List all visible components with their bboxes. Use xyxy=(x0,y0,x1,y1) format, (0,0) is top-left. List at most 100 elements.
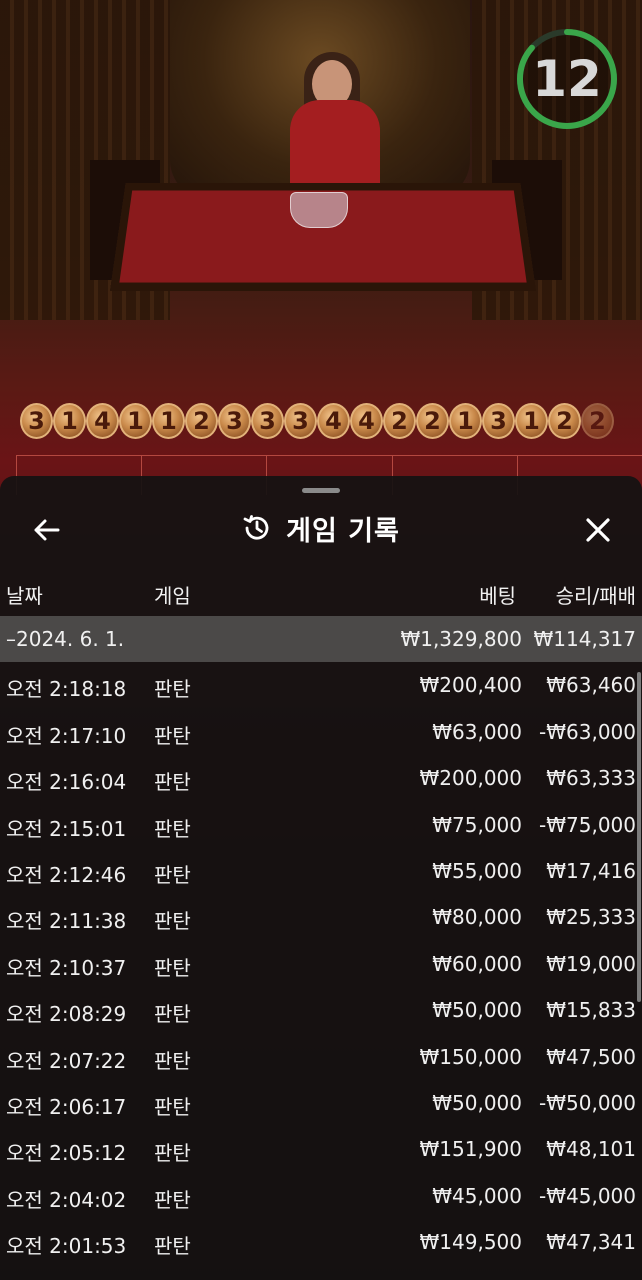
road-result-ball: 1 xyxy=(152,403,185,439)
history-row[interactable]: 오전 2:04:02 판탄 ₩45,000 -₩45,000 xyxy=(0,1173,642,1219)
row-time: 오전 2:17:10 xyxy=(6,723,127,748)
row-game: 판탄 xyxy=(154,1187,191,1212)
row-time: 오전 2:06:17 xyxy=(6,1094,127,1119)
road-result-ball: 2 xyxy=(416,403,449,439)
row-time: 오전 2:08:29 xyxy=(6,1002,127,1027)
close-button[interactable] xyxy=(578,510,618,550)
fantan-bowl xyxy=(290,192,348,228)
row-time: 오전 2:07:22 xyxy=(6,1048,127,1073)
history-row[interactable]: 오전 2:15:01 판탄 ₩75,000 -₩75,000 xyxy=(0,802,642,848)
row-game: 판탄 xyxy=(154,770,191,795)
row-time: 오전 2:15:01 xyxy=(6,816,127,841)
road-result-ball: 4 xyxy=(350,403,383,439)
row-game: 판탄 xyxy=(154,1234,191,1259)
row-bet: ₩151,900 xyxy=(419,1137,522,1162)
column-header-date: 날짜 xyxy=(6,584,43,608)
row-result: ₩63,333 xyxy=(546,766,636,791)
row-bet: ₩45,000 xyxy=(432,1183,522,1208)
row-game: 판탄 xyxy=(154,1002,191,1027)
row-game: 판탄 xyxy=(154,909,191,934)
summary-result-total: ₩114,317 xyxy=(533,627,636,651)
panel-title: 게임 기록 xyxy=(286,515,400,547)
history-row[interactable]: 오전 2:05:12 판탄 ₩151,900 ₩48,101 xyxy=(0,1126,642,1172)
game-history-panel: 게임 기록 날짜 게임 베팅 승리/패배 –2024. 6. 1. ₩1,329… xyxy=(0,476,642,1280)
column-header-bet: 베팅 xyxy=(479,584,516,608)
row-game: 판탄 xyxy=(154,1141,191,1166)
row-game: 판탄 xyxy=(154,1094,191,1119)
row-bet: ₩149,500 xyxy=(419,1230,522,1255)
row-game: 판탄 xyxy=(154,816,191,841)
history-row[interactable]: 오전 2:17:10 판탄 ₩63,000 -₩63,000 xyxy=(0,709,642,755)
row-time: 오전 2:05:12 xyxy=(6,1141,127,1166)
road-result-ball: 2 xyxy=(185,403,218,439)
row-result: ₩47,500 xyxy=(546,1044,636,1069)
history-row[interactable]: 오전 2:06:17 판탄 ₩50,000 -₩50,000 xyxy=(0,1080,642,1126)
row-bet: ₩55,000 xyxy=(432,858,522,883)
row-time: 오전 2:11:38 xyxy=(6,909,127,934)
row-bet: ₩80,000 xyxy=(432,905,522,930)
road-result-ball: 1 xyxy=(53,403,86,439)
history-row[interactable]: 오전 2:10:37 판탄 ₩60,000 ₩19,000 xyxy=(0,941,642,987)
row-game: 판탄 xyxy=(154,723,191,748)
row-bet: ₩50,000 xyxy=(432,998,522,1023)
row-result: ₩25,333 xyxy=(546,905,636,930)
row-result: ₩48,101 xyxy=(546,1137,636,1162)
row-game: 판탄 xyxy=(154,677,191,702)
row-game: 판탄 xyxy=(154,1048,191,1073)
road-result-ball: 4 xyxy=(317,403,350,439)
countdown-timer: 12 xyxy=(514,26,620,132)
row-result: ₩17,416 xyxy=(546,858,636,883)
road-result-ball: 3 xyxy=(284,403,317,439)
row-time: 오전 2:12:46 xyxy=(6,862,127,887)
row-time: 오전 2:01:53 xyxy=(6,1234,127,1259)
close-icon xyxy=(586,518,610,542)
road-result-ball: 3 xyxy=(20,403,53,439)
panel-title-group: 게임 기록 xyxy=(0,508,642,548)
history-row[interactable]: 오전 2:18:18 판탄 ₩200,400 ₩63,460 xyxy=(0,662,642,708)
row-result: ₩47,341 xyxy=(546,1230,636,1255)
history-row[interactable]: 오전 2:12:46 판탄 ₩55,000 ₩17,416 xyxy=(0,848,642,894)
history-row[interactable]: 오전 2:11:38 판탄 ₩80,000 ₩25,333 xyxy=(0,894,642,940)
road-result-ball: 2 xyxy=(548,403,581,439)
history-row[interactable]: 오전 2:01:53 판탄 ₩149,500 ₩47,341 xyxy=(0,1219,642,1265)
road-result-ball: 2 xyxy=(383,403,416,439)
scrollbar[interactable] xyxy=(637,672,641,1002)
row-game: 판탄 xyxy=(154,862,191,887)
road-result-ball: 1 xyxy=(119,403,152,439)
row-bet: ₩200,400 xyxy=(419,673,522,698)
row-result: -₩63,000 xyxy=(539,719,636,744)
summary-date: –2024. 6. 1. xyxy=(6,627,125,651)
date-summary-row[interactable]: –2024. 6. 1. ₩1,329,800 ₩114,317 xyxy=(0,616,642,663)
history-row[interactable]: 오전 2:07:22 판탄 ₩150,000 ₩47,500 xyxy=(0,1034,642,1080)
road-result-ball: 1 xyxy=(515,403,548,439)
history-list: –2024. 6. 1. ₩1,329,800 ₩114,317 오전 2:18… xyxy=(0,616,642,1265)
row-bet: ₩75,000 xyxy=(432,812,522,837)
panel-header: 게임 기록 xyxy=(0,500,642,556)
row-time: 오전 2:16:04 xyxy=(6,770,127,795)
column-header-result: 승리/패배 xyxy=(555,584,636,608)
row-game: 판탄 xyxy=(154,955,191,980)
row-time: 오전 2:18:18 xyxy=(6,677,127,702)
road-result-ball: 3 xyxy=(482,403,515,439)
row-result: ₩63,460 xyxy=(546,673,636,698)
road-result-ball: 4 xyxy=(86,403,119,439)
row-bet: ₩150,000 xyxy=(419,1044,522,1069)
history-row[interactable]: 오전 2:16:04 판탄 ₩200,000 ₩63,333 xyxy=(0,755,642,801)
row-result: ₩19,000 xyxy=(546,951,636,976)
row-bet: ₩60,000 xyxy=(432,951,522,976)
drag-handle[interactable] xyxy=(302,488,340,493)
dealer xyxy=(290,100,380,190)
row-bet: ₩50,000 xyxy=(432,1090,522,1115)
history-row[interactable]: 오전 2:08:29 판탄 ₩50,000 ₩15,833 xyxy=(0,987,642,1033)
history-icon xyxy=(243,515,269,540)
road-result-ball: 3 xyxy=(218,403,251,439)
row-result: -₩50,000 xyxy=(539,1090,636,1115)
row-time: 오전 2:04:02 xyxy=(6,1187,127,1212)
road-result-ball: 1 xyxy=(449,403,482,439)
row-time: 오전 2:10:37 xyxy=(6,955,127,980)
road-result-ball: 3 xyxy=(251,403,284,439)
row-result: -₩75,000 xyxy=(539,812,636,837)
summary-bet-total: ₩1,329,800 xyxy=(400,627,522,651)
result-road: 314112333442213122 xyxy=(20,403,614,443)
column-headers: 날짜 게임 베팅 승리/패배 xyxy=(0,576,642,610)
